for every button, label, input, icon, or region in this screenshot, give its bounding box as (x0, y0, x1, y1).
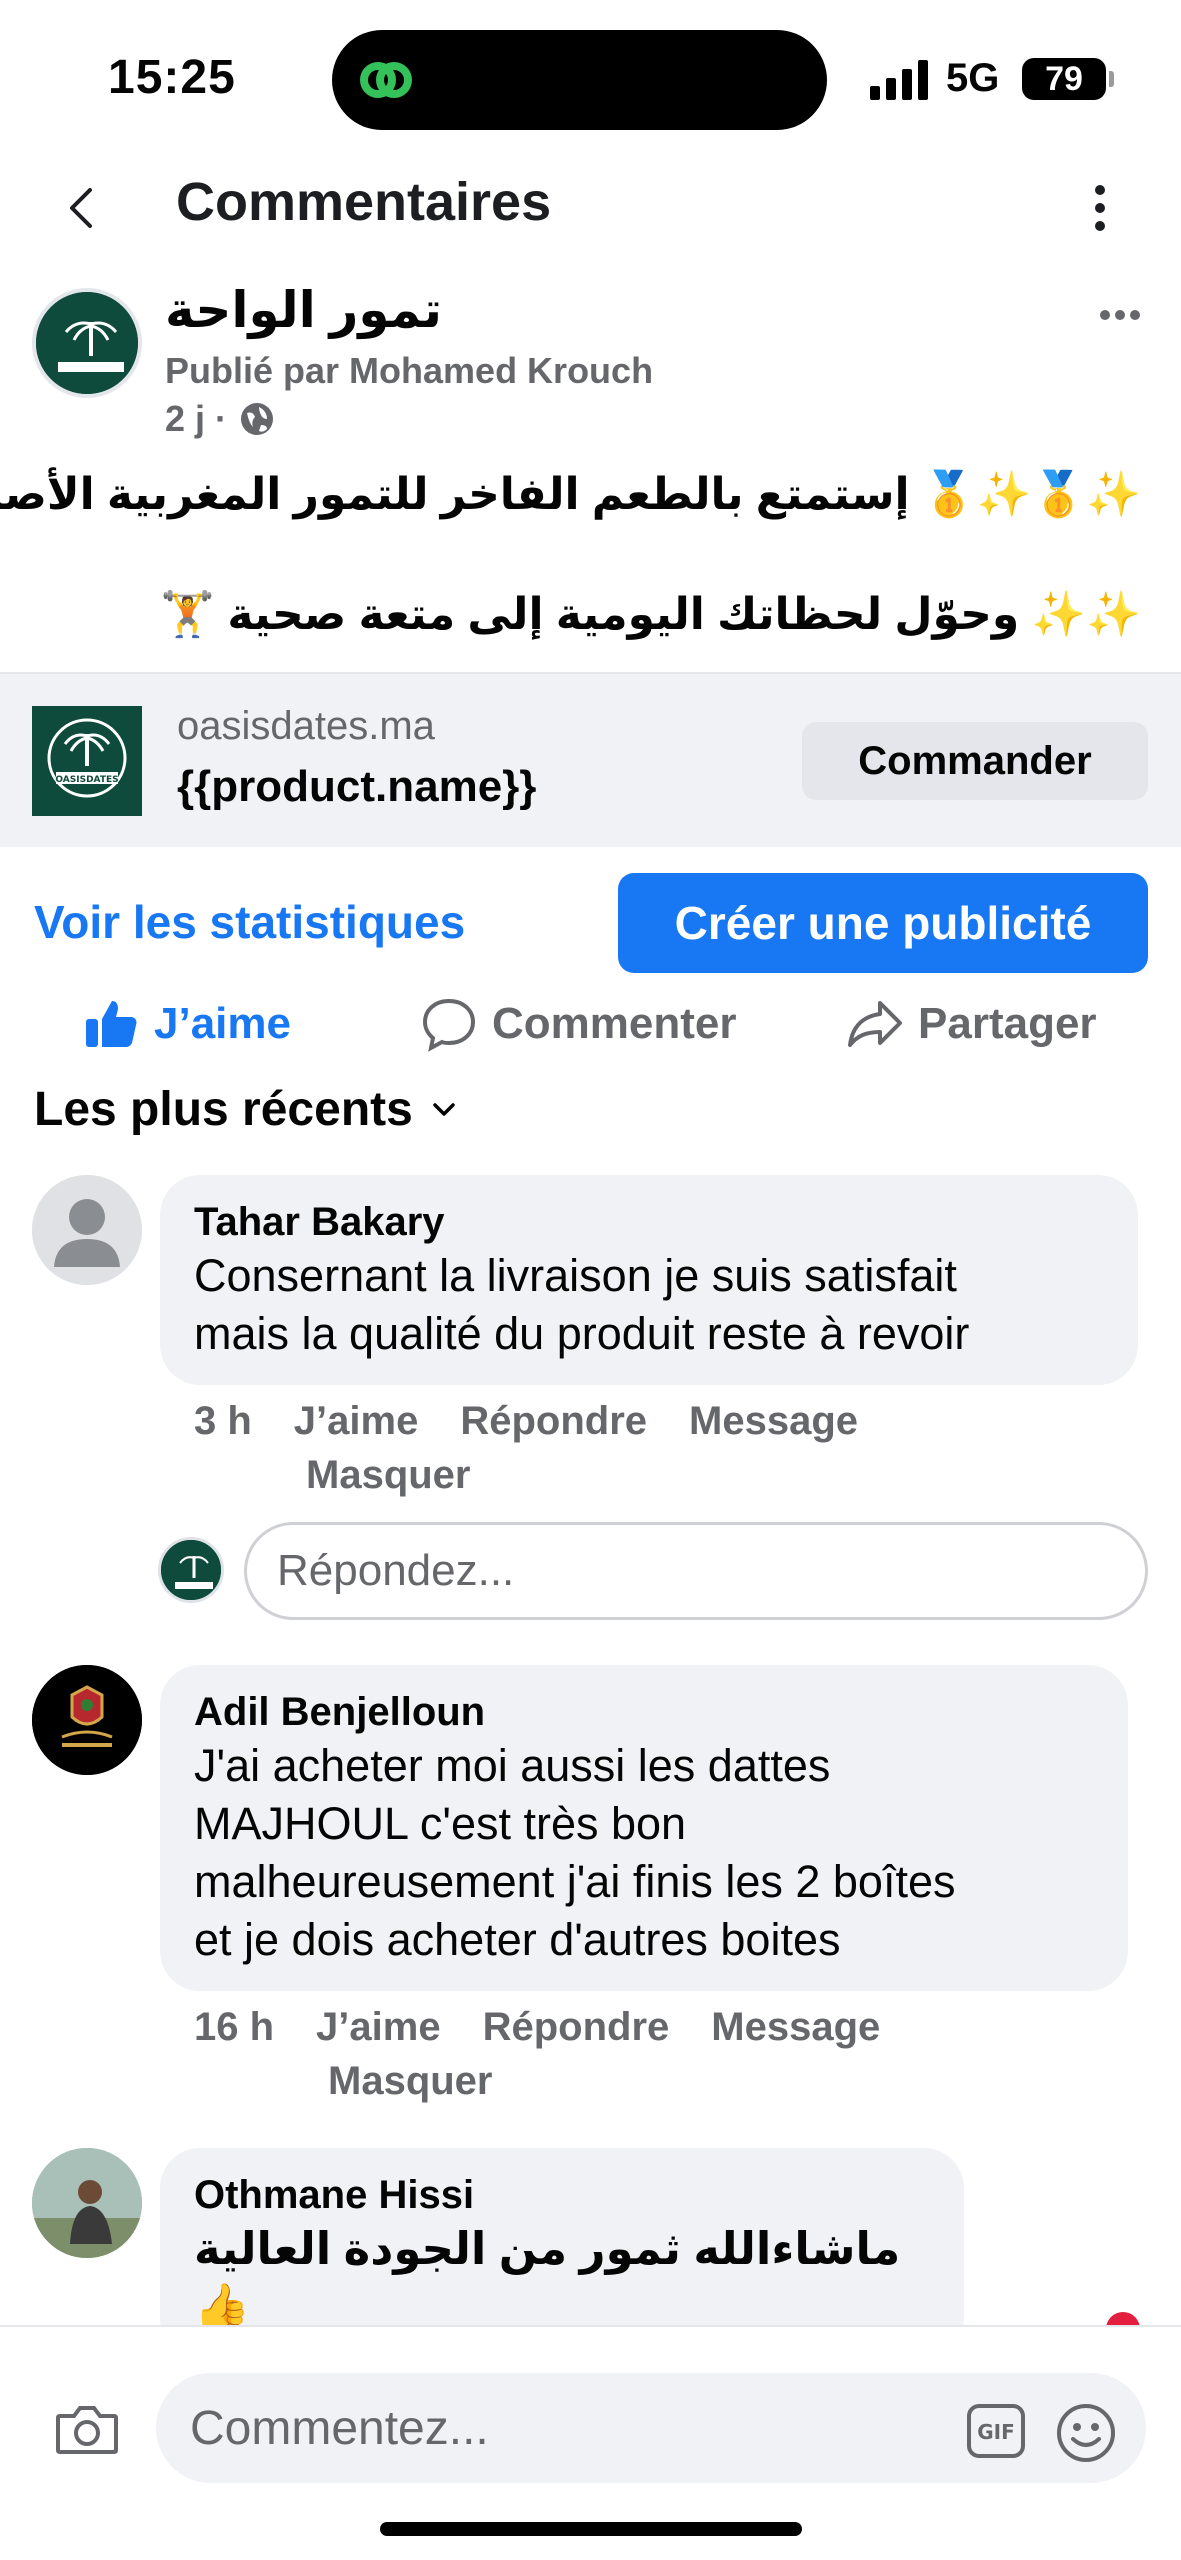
status-bar: 15:25 5G 79 (0, 0, 1181, 150)
gif-icon[interactable]: GIF (966, 2403, 1026, 2459)
published-by-text: Publié par Mohamed Krouch (165, 350, 654, 391)
share-button[interactable]: Partager (846, 985, 1097, 1063)
royal-emblem-icon (32, 1665, 142, 1775)
oasisdates-logo-icon: OASISDATES (32, 706, 142, 816)
comment-reply-action[interactable]: Répondre (483, 2005, 670, 2049)
weightlifter-emoji: 🏋️ (160, 590, 216, 639)
comment-text-line: mais la qualité du produit reste à revoi… (194, 1308, 970, 1359)
dynamic-island (332, 30, 827, 130)
comment-time: 3 h (194, 1399, 252, 1443)
sparkle-medal-emoji: ✨🥇✨🥇 (921, 470, 1141, 519)
sort-dropdown[interactable]: Les plus récents (34, 1082, 461, 1137)
comment-text-line: J'ai acheter moi aussi les dattes (194, 1740, 831, 1791)
comment-author[interactable]: Othmane Hissi (194, 2170, 930, 2220)
user-photo-icon (32, 2148, 142, 2258)
more-horizontal-icon[interactable] (1095, 290, 1145, 340)
link-title: {{product.name}} (177, 762, 537, 811)
comment-like-action[interactable]: J’aime (316, 2005, 441, 2049)
post-text-line-1: ✨🥇✨🥇 إستمتع بالطعم الفاخر للتمور المغربي… (0, 460, 1141, 530)
page-name[interactable]: تمور الواحة (165, 280, 442, 340)
battery-indicator: 79 (1022, 58, 1114, 100)
page-title: Commentaires (176, 172, 552, 232)
page-avatar[interactable] (32, 288, 142, 398)
link-thumbnail: OASISDATES (32, 706, 142, 816)
order-button[interactable]: Commander (802, 722, 1148, 800)
post-text: وحوّل لحظاتك اليومية إلى متعة صحية (227, 590, 1020, 639)
globe-icon (241, 403, 274, 435)
signal-icon (870, 60, 928, 100)
status-time: 15:25 (108, 51, 236, 104)
comment-message-action[interactable]: Message (711, 2005, 880, 2049)
chevron-down-icon (433, 1102, 455, 1116)
sparkle-emoji: ✨✨ (1031, 590, 1141, 639)
like-label: J’aime (154, 999, 291, 1048)
share-arrow-icon (848, 1001, 902, 1047)
comment-actions: 16 h J’aime Répondre Message (194, 2000, 1134, 2054)
comment-time: 16 h (194, 2005, 275, 2049)
like-button[interactable]: J’aime (82, 985, 291, 1063)
link-rings-icon (360, 62, 412, 98)
link-preview-card[interactable]: OASISDATES oasisdates.ma {{product.name}… (0, 672, 1181, 847)
comment-bubble: Adil Benjelloun J'ai acheter moi aussi l… (160, 1665, 1128, 1991)
comment-hide-action[interactable]: Masquer (328, 2059, 493, 2103)
comment-author[interactable]: Tahar Bakary (194, 1197, 1104, 1247)
top-header: Commentaires (0, 150, 1181, 280)
comment-button[interactable]: Commenter (420, 985, 737, 1063)
post-text: إستمتع بالطعم الفاخر للتمور المغربية الأ… (0, 470, 910, 519)
comment-text-line: MAJHOUL c'est très bon (194, 1798, 687, 1849)
commenter-avatar[interactable] (32, 1175, 142, 1285)
comment-actions-2: Masquer (328, 2054, 535, 2108)
home-indicator (380, 2522, 802, 2536)
comment-actions: 3 h J’aime Répondre Message (194, 1394, 1094, 1448)
comment-like-action[interactable]: J’aime (294, 1399, 419, 1443)
comment-bubble-icon (422, 998, 476, 1052)
share-label: Partager (918, 999, 1097, 1048)
more-vertical-icon[interactable] (1080, 168, 1120, 248)
post-text-line-2: ✨✨ وحوّل لحظاتك اليومية إلى متعة صحية 🏋️ (160, 580, 1141, 650)
network-type: 5G (946, 56, 1000, 100)
sort-label: Les plus récents (34, 1083, 413, 1136)
thumbs-up-icon (86, 1001, 137, 1047)
comment-bubble: Tahar Bakary Consernant la livraison je … (160, 1175, 1138, 1385)
gif-label: GIF (977, 2420, 1015, 2444)
create-ad-button[interactable]: Créer une publicité (618, 873, 1148, 973)
comment-message-action[interactable]: Message (689, 1399, 858, 1443)
comment-text-line: et je dois acheter d'autres boites (194, 1914, 841, 1965)
comment-hide-action[interactable]: Masquer (306, 1453, 471, 1497)
comment-text-line: malheureusement j'ai finis les 2 boîtes (194, 1856, 956, 1907)
logo-text: OASISDATES (55, 775, 118, 785)
commenter-avatar[interactable] (32, 2148, 142, 2258)
camera-icon[interactable] (52, 2394, 122, 2464)
post-age: 2 j · (165, 398, 228, 439)
comment-actions-2: Masquer (306, 1448, 513, 1502)
default-user-icon (32, 1175, 142, 1285)
comment-author[interactable]: Adil Benjelloun (194, 1687, 1094, 1737)
reactions-row: J’aime Commenter Partager (0, 985, 1181, 1063)
my-avatar (158, 1537, 224, 1603)
back-chevron-icon[interactable] (58, 168, 108, 248)
comment-label: Commenter (492, 999, 737, 1048)
post-meta: 2 j · (165, 398, 277, 440)
reply-input[interactable]: Répondez... (244, 1522, 1148, 1620)
comment-reply-action[interactable]: Répondre (460, 1399, 647, 1443)
oasisdates-logo-icon (36, 292, 138, 394)
comment-text-line: ماشاءالله ثمور من الجودة العالية 👍 (194, 2223, 901, 2332)
commenter-avatar[interactable] (32, 1665, 142, 1775)
oasisdates-logo-icon (161, 1540, 221, 1600)
view-stats-link[interactable]: Voir les statistiques (34, 895, 465, 949)
emoji-icon[interactable] (1054, 2401, 1118, 2465)
link-domain: oasisdates.ma (177, 704, 435, 748)
comment-text-line: Consernant la livraison je suis satisfai… (194, 1250, 957, 1301)
